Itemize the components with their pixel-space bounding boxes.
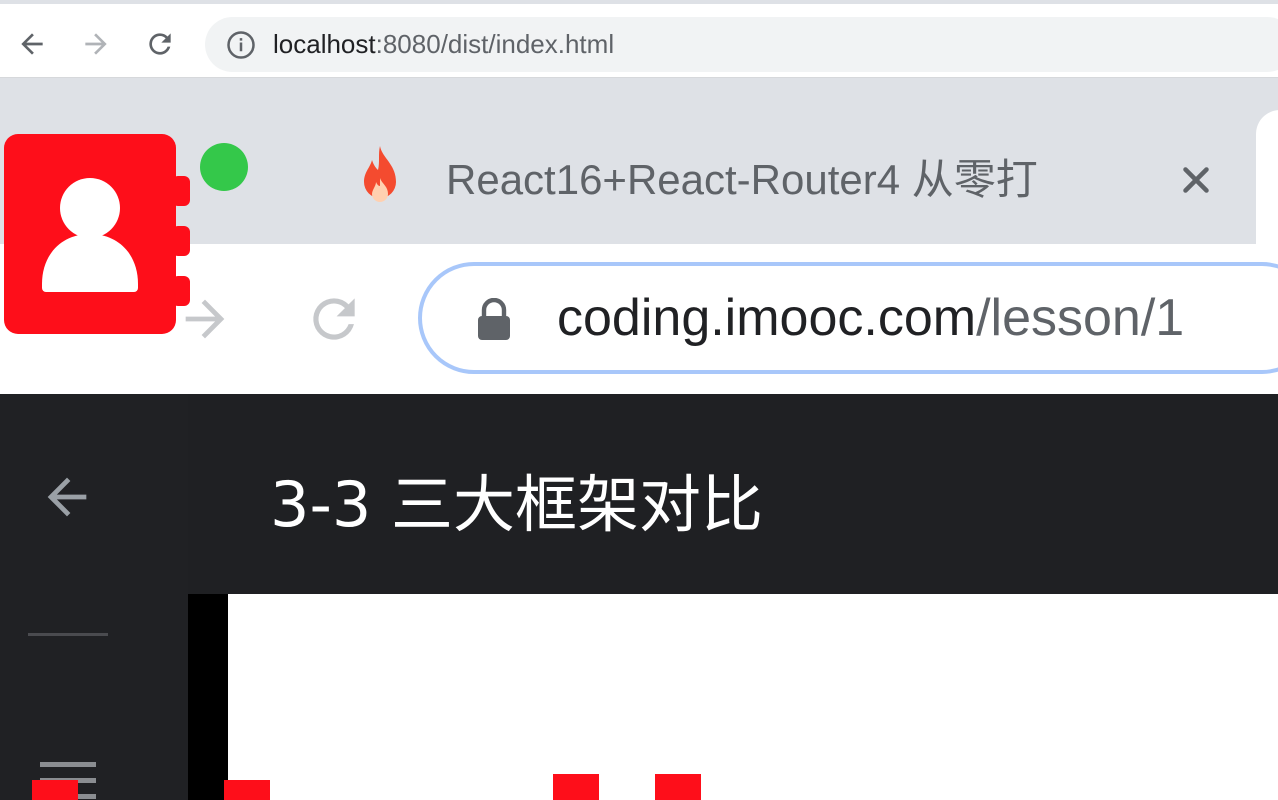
forward-button[interactable] — [78, 26, 114, 62]
sidebar-divider — [28, 633, 108, 636]
back-button[interactable] — [14, 26, 50, 62]
red-marker — [655, 774, 701, 800]
close-icon[interactable] — [1178, 162, 1214, 198]
inner-address-url[interactable]: coding.imooc.com/lesson/1 — [557, 266, 1184, 370]
arrow-left-icon[interactable] — [38, 468, 96, 526]
inner-address-bar[interactable]: coding.imooc.com/lesson/1 — [418, 262, 1278, 374]
url-host: localhost — [273, 29, 376, 59]
browser-toolbar: localhost:8080/dist/index.html — [0, 4, 1278, 78]
lesson-title: 3-3 三大框架对比 — [270, 468, 763, 541]
reload-icon — [149, 33, 171, 55]
red-marker — [32, 780, 78, 800]
lock-icon — [478, 298, 510, 340]
page-sidebar — [0, 394, 188, 800]
inner-url-path: /lesson/1 — [976, 289, 1185, 347]
lesson-header: 3-3 三大框架对比 — [188, 394, 1278, 594]
reload-button[interactable] — [142, 26, 178, 62]
address-url[interactable]: localhost:8080/dist/index.html — [273, 17, 614, 72]
flame-icon — [364, 146, 396, 202]
contacts-book-icon — [4, 134, 190, 334]
tab-title: React16+React-Router4 从零打 — [446, 156, 1038, 203]
window-zoom-dot[interactable] — [200, 143, 248, 191]
contacts-app-icon[interactable] — [4, 134, 192, 334]
red-marker — [224, 780, 270, 800]
url-path: :8080/dist/index.html — [375, 29, 615, 59]
content-area — [228, 594, 1278, 800]
arrow-right-icon — [85, 33, 107, 55]
red-marker — [553, 774, 599, 800]
inner-url-host: coding.imooc.com — [557, 289, 977, 347]
address-bar[interactable]: localhost:8080/dist/index.html — [205, 17, 1278, 72]
content-left-bar — [188, 594, 228, 800]
info-circle-icon[interactable] — [226, 30, 256, 60]
reload-icon[interactable] — [303, 288, 365, 350]
next-tab-edge[interactable] — [1256, 110, 1278, 250]
browser-tab[interactable]: React16+React-Router4 从零打 — [308, 116, 1254, 244]
arrow-left-icon — [21, 33, 43, 55]
